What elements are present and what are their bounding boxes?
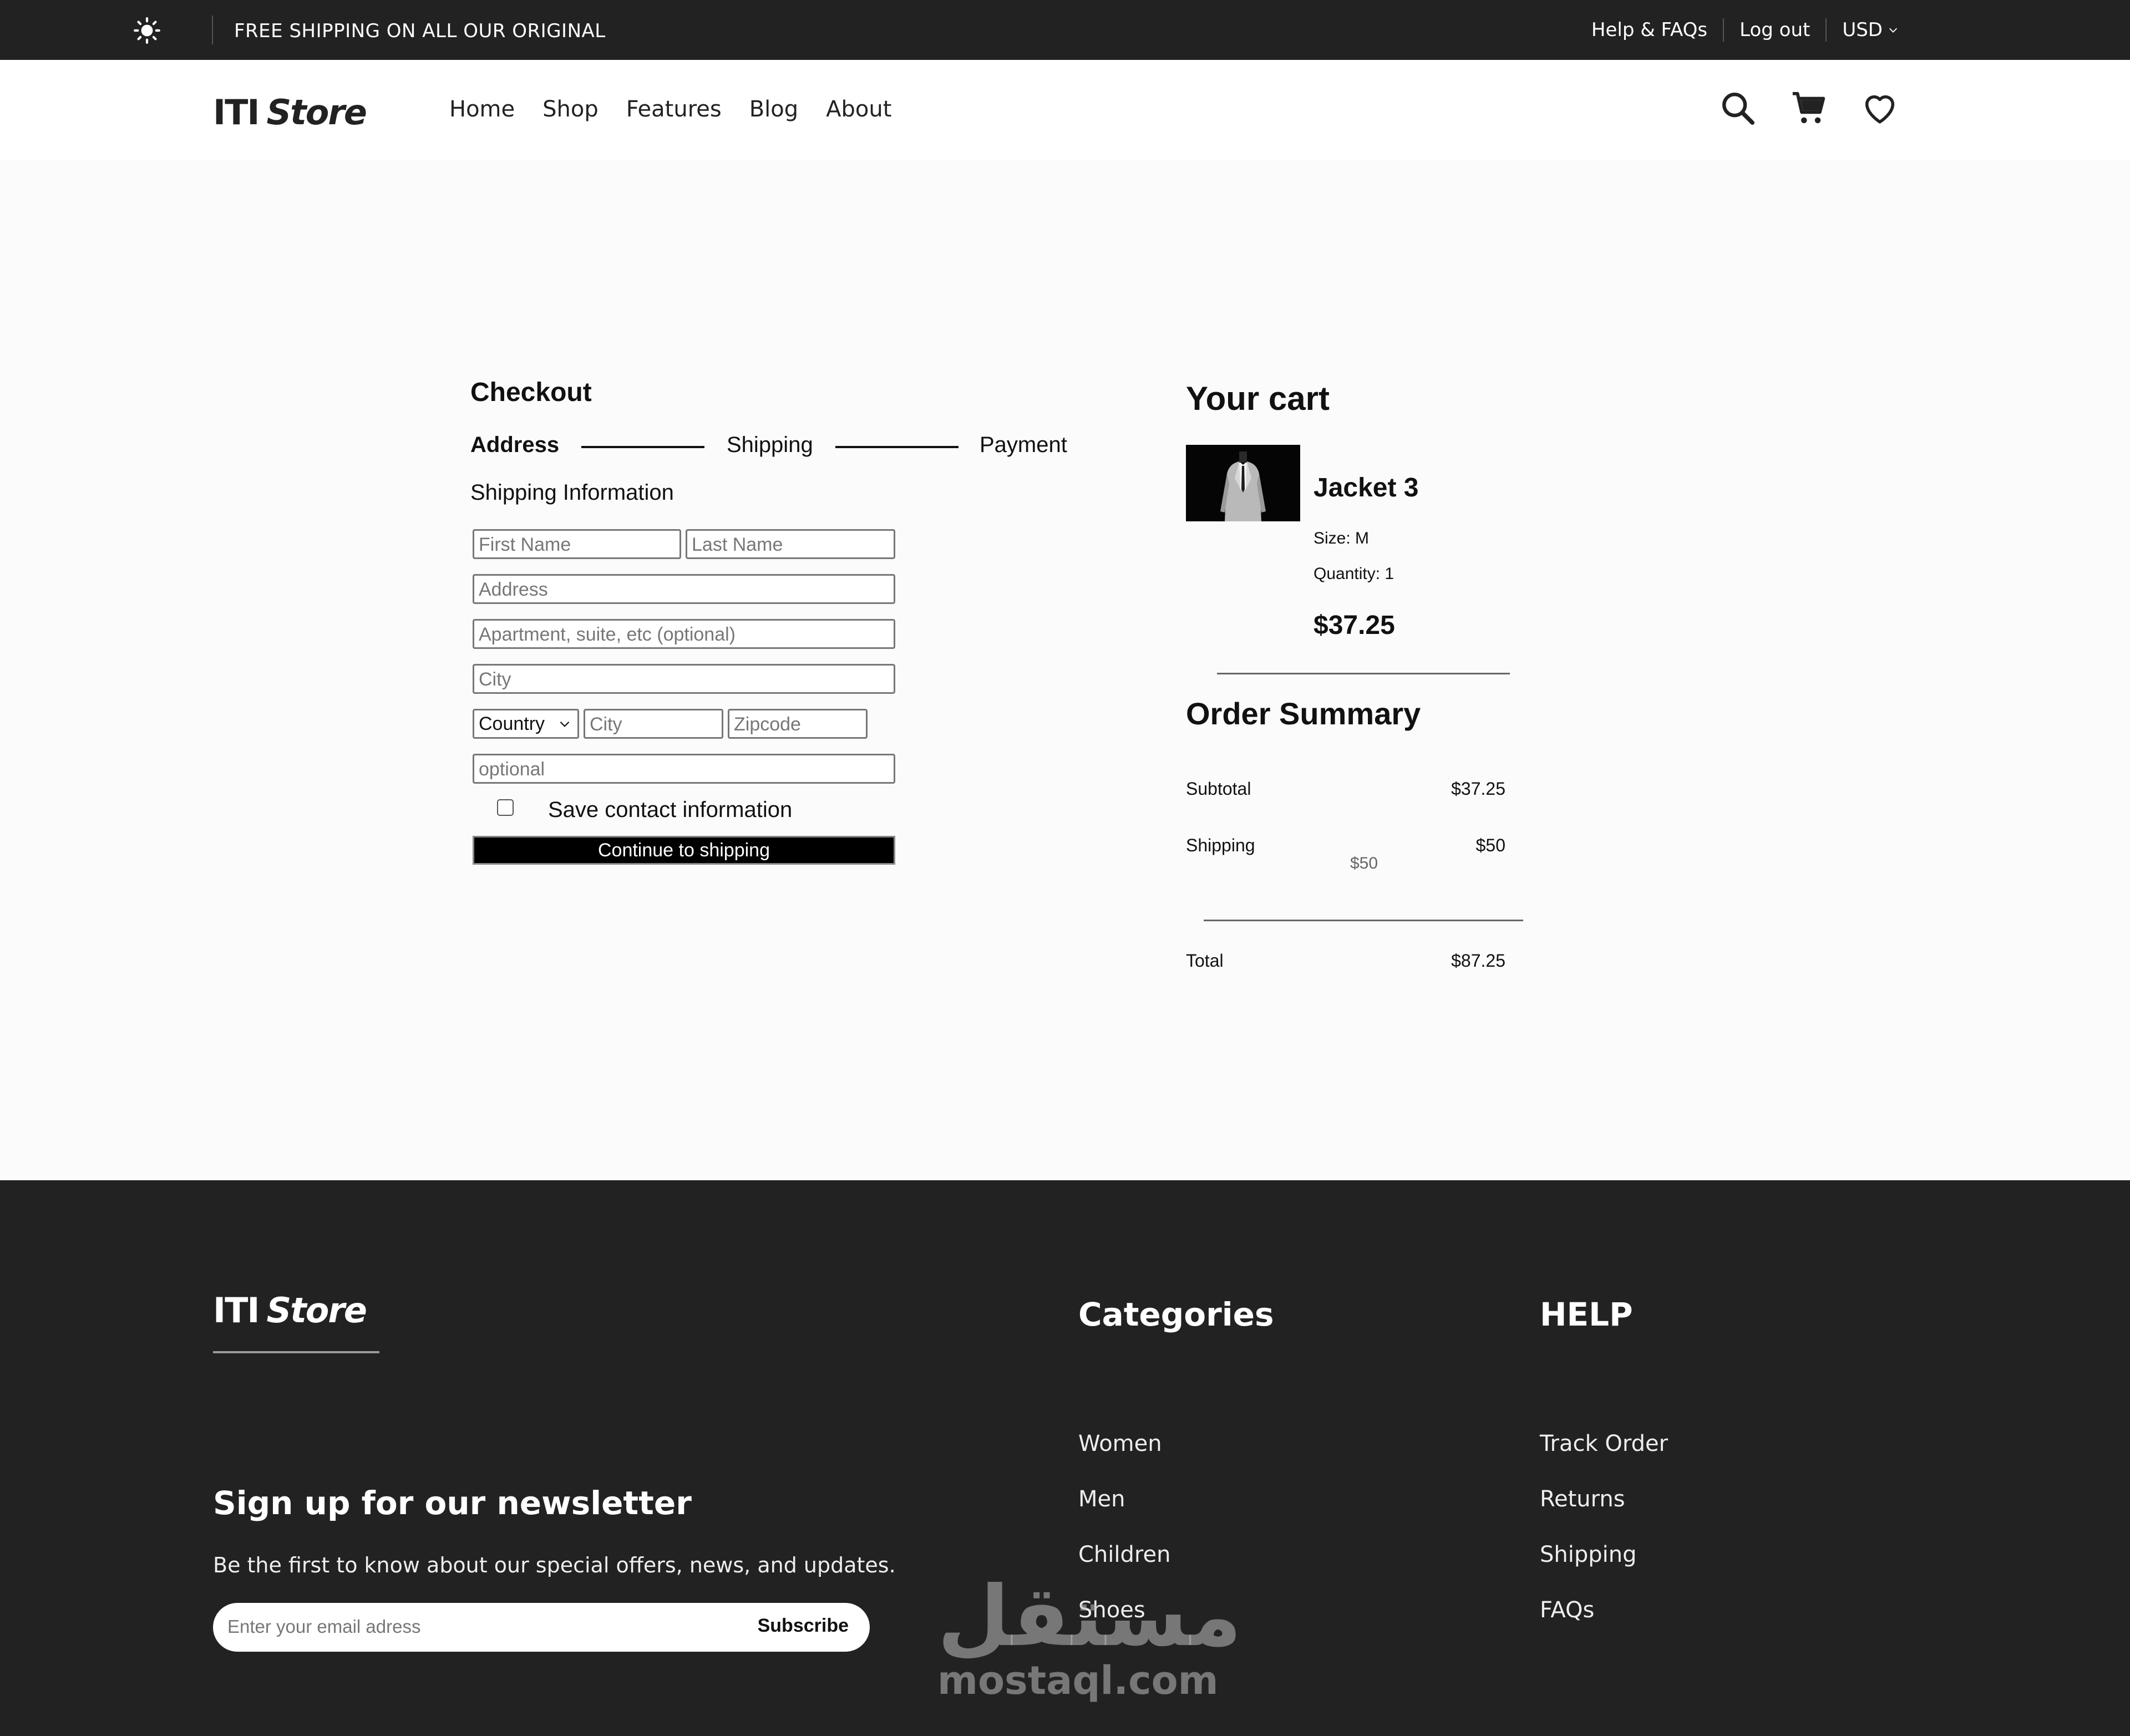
cart-title: Your cart bbox=[1186, 380, 1330, 417]
checkout-title: Checkout bbox=[470, 378, 592, 407]
logout-link[interactable]: Log out bbox=[1740, 19, 1810, 41]
subtotal-value: $37.25 bbox=[1451, 779, 1505, 799]
category-link-women[interactable]: Women bbox=[1078, 1431, 1162, 1456]
address-field[interactable]: Address bbox=[473, 574, 895, 604]
help-title: HELP bbox=[1540, 1296, 1633, 1333]
promo-text: FREE SHIPPING ON ALL OUR ORIGINAL bbox=[234, 20, 606, 42]
cart-item-name[interactable]: Jacket 3 bbox=[1314, 473, 1419, 503]
product-image[interactable] bbox=[1186, 445, 1300, 521]
help-faqs-link[interactable]: Help & FAQs bbox=[1591, 19, 1707, 41]
footer-logo-iti: ITI bbox=[213, 1290, 260, 1331]
chevron-down-icon bbox=[560, 721, 570, 727]
sun-icon[interactable] bbox=[133, 17, 161, 44]
topbar-separator bbox=[1825, 18, 1827, 42]
help-link-shipping[interactable]: Shipping bbox=[1540, 1542, 1637, 1567]
search-icon[interactable] bbox=[1718, 89, 1757, 128]
nav-shop[interactable]: Shop bbox=[542, 97, 599, 122]
step-payment[interactable]: Payment bbox=[980, 433, 1067, 458]
step-shipping[interactable]: Shipping bbox=[727, 433, 813, 458]
shipping-info-title: Shipping Information bbox=[470, 480, 674, 505]
currency-select[interactable]: USD bbox=[1842, 19, 1899, 41]
categories-title: Categories bbox=[1078, 1296, 1274, 1333]
cart-item-quantity: Quantity: 1 bbox=[1314, 565, 1394, 583]
newsletter-title: Sign up for our newsletter bbox=[213, 1484, 692, 1522]
shipping-label: Shipping bbox=[1186, 835, 1255, 855]
first-name-field[interactable]: First Name bbox=[473, 529, 681, 559]
watermark-latin: mostaql.com bbox=[937, 1658, 1219, 1703]
logo-iti: ITI bbox=[213, 92, 260, 133]
summary-divider bbox=[1204, 920, 1523, 921]
header-icons bbox=[1718, 89, 1899, 128]
cart-divider bbox=[1217, 673, 1510, 674]
category-link-men[interactable]: Men bbox=[1078, 1486, 1125, 1512]
topbar-links: Help & FAQs Log out USD bbox=[1591, 18, 1899, 42]
newsletter-email-input[interactable]: Enter your email adress bbox=[227, 1616, 420, 1637]
apartment-field[interactable]: Apartment, suite, etc (optional) bbox=[473, 619, 895, 649]
nav-home[interactable]: Home bbox=[449, 97, 515, 122]
main-header: ITI Store Home Shop Features Blog About bbox=[0, 60, 2130, 160]
country-label: Country bbox=[479, 713, 545, 734]
total-value: $87.25 bbox=[1451, 951, 1505, 971]
help-link-returns[interactable]: Returns bbox=[1540, 1486, 1625, 1512]
category-link-children[interactable]: Children bbox=[1078, 1542, 1170, 1567]
footer-logo-underline bbox=[213, 1351, 379, 1353]
main-nav: Home Shop Features Blog About bbox=[449, 97, 891, 122]
shipping-value: $50 bbox=[1475, 835, 1505, 855]
top-bar: FREE SHIPPING ON ALL OUR ORIGINAL Help &… bbox=[0, 0, 2130, 60]
save-contact-label: Save contact information bbox=[548, 798, 793, 822]
country-select[interactable]: Country bbox=[473, 709, 579, 739]
nav-about[interactable]: About bbox=[826, 97, 891, 122]
nav-blog[interactable]: Blog bbox=[749, 97, 798, 122]
cart-item-price: $37.25 bbox=[1314, 611, 1395, 640]
cart-icon[interactable] bbox=[1789, 89, 1828, 128]
zipcode-field[interactable]: Zipcode bbox=[728, 709, 868, 739]
site-logo[interactable]: ITI Store bbox=[213, 92, 367, 133]
cart-item-size: Size: M bbox=[1314, 529, 1370, 547]
watermark: مستقل mostaql.com bbox=[937, 1569, 1242, 1703]
topbar-divider bbox=[212, 16, 213, 44]
last-name-field[interactable]: Last Name bbox=[686, 529, 895, 559]
order-summary-title: Order Summary bbox=[1186, 696, 1421, 731]
jacket-image bbox=[1186, 445, 1300, 521]
step-connector bbox=[835, 446, 958, 448]
currency-label: USD bbox=[1842, 19, 1883, 41]
step-connector bbox=[581, 446, 704, 448]
checkout-steps: Address Shipping Payment bbox=[470, 433, 1069, 460]
city-field-2[interactable]: City bbox=[584, 709, 723, 739]
save-contact-checkbox[interactable] bbox=[497, 799, 514, 816]
watermark-arabic: مستقل bbox=[937, 1569, 1242, 1665]
help-link-track-order[interactable]: Track Order bbox=[1540, 1431, 1668, 1456]
footer-logo-store: Store bbox=[266, 1290, 367, 1331]
footer-logo[interactable]: ITI Store bbox=[213, 1290, 367, 1331]
heart-icon[interactable] bbox=[1860, 89, 1899, 128]
newsletter-description: Be the first to know about our special o… bbox=[213, 1553, 896, 1577]
subtotal-label: Subtotal bbox=[1186, 779, 1251, 799]
shipping-sub-value: $50 bbox=[1350, 854, 1378, 872]
topbar-separator bbox=[1723, 18, 1725, 42]
newsletter-form: Enter your email adress Subscribe bbox=[213, 1603, 870, 1652]
chevron-down-icon bbox=[1889, 28, 1898, 33]
nav-features[interactable]: Features bbox=[626, 97, 722, 122]
continue-to-shipping-button[interactable]: Continue to shipping bbox=[473, 836, 895, 865]
city-field[interactable]: City bbox=[473, 664, 895, 694]
optional-field[interactable]: optional bbox=[473, 754, 895, 784]
logo-store: Store bbox=[266, 92, 367, 133]
subscribe-button[interactable]: Subscribe bbox=[758, 1615, 849, 1637]
step-address[interactable]: Address bbox=[470, 433, 559, 458]
total-label: Total bbox=[1186, 951, 1224, 971]
help-link-faqs[interactable]: FAQs bbox=[1540, 1597, 1594, 1623]
